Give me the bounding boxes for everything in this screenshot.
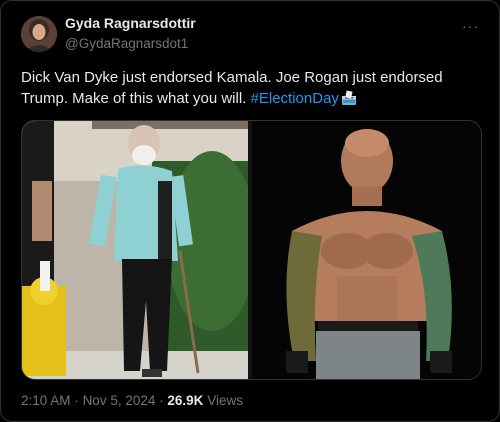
- avatar[interactable]: [21, 16, 57, 52]
- tweet-card: Gyda Ragnarsdottir @GydaRagnarsdot1 ··· …: [0, 0, 500, 422]
- meta-separator: ·: [74, 393, 79, 408]
- hashtag-link[interactable]: #ElectionDay: [251, 90, 339, 107]
- ballot-box-icon: [341, 90, 357, 112]
- author-handle[interactable]: @GydaRagnarsdot1: [65, 36, 188, 51]
- media-container[interactable]: [21, 120, 482, 380]
- tweet-time[interactable]: 2:10 AM: [21, 393, 71, 408]
- photo-right[interactable]: [252, 121, 481, 379]
- views-label: Views: [207, 393, 243, 408]
- tweet-meta: 2:10 AM · Nov 5, 2024 · 26.9K Views: [21, 393, 243, 408]
- views-count: 26.9K: [167, 393, 204, 408]
- tweet-text: Dick Van Dyke just endorsed Kamala. Joe …: [21, 67, 481, 112]
- tweet-body: Dick Van Dyke just endorsed Kamala. Joe …: [21, 69, 443, 107]
- photo-left[interactable]: [22, 121, 257, 379]
- meta-separator-2: ·: [159, 393, 164, 408]
- more-options-icon[interactable]: ···: [462, 18, 479, 34]
- tweet-date[interactable]: Nov 5, 2024: [83, 393, 156, 408]
- author-display-name[interactable]: Gyda Ragnarsdottir: [65, 15, 196, 31]
